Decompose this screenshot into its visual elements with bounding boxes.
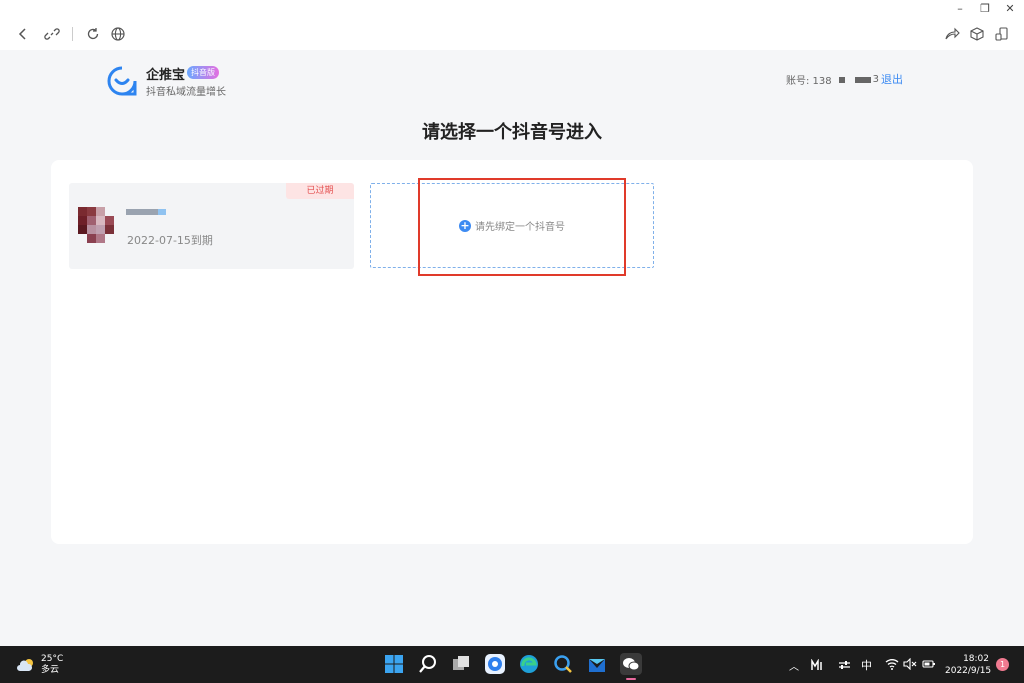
masked-digits (838, 76, 845, 83)
brand-name: 企推宝 (146, 68, 186, 83)
page-title: 请选择一个抖音号进入 (422, 122, 602, 143)
devices-icon[interactable] (993, 25, 1011, 43)
app-launcher-icon[interactable] (586, 653, 608, 675)
expired-status-badge: 已过期 (286, 183, 354, 199)
masked-digits (854, 76, 871, 83)
windows-start-icon[interactable] (383, 653, 405, 675)
input-method-indicator[interactable]: 中 (861, 657, 872, 673)
minimize-button[interactable]: – (953, 2, 967, 16)
search-icon[interactable] (417, 653, 439, 675)
annotation-highlight-box (418, 178, 626, 276)
cloud-sun-icon (17, 659, 33, 671)
weather-widget[interactable]: 25°C 多云 (16, 654, 63, 676)
system-clock[interactable]: 18:02 2022/9/15 (945, 653, 992, 677)
wechat-icon[interactable] (620, 653, 642, 675)
wifi-icon[interactable] (885, 658, 899, 670)
volume-muted-icon[interactable] (903, 658, 917, 670)
toolbar-divider (72, 27, 73, 41)
masked-account-name (126, 209, 166, 215)
logout-link[interactable]: 退出 (881, 71, 903, 87)
window-title-bar: – ❐ ✕ (0, 0, 1024, 18)
clock-date: 2022/9/15 (945, 666, 992, 676)
clock-time: 18:02 (963, 654, 989, 664)
link-icon[interactable] (43, 25, 61, 43)
settings-sliders-icon[interactable] (838, 659, 851, 671)
brand-logo-icon (107, 66, 137, 96)
back-icon[interactable] (14, 25, 32, 43)
browser-app-icon[interactable] (484, 653, 506, 675)
taskbar: 25°C 多云 ︿ 中 18:02 2022/9/15 1 (0, 646, 1024, 683)
active-app-indicator (626, 678, 636, 680)
brand-subtitle: 抖音私域流量增长 (146, 87, 226, 98)
chevron-up-icon[interactable]: ︿ (789, 658, 799, 673)
notification-badge[interactable]: 1 (996, 658, 1009, 671)
globe-icon[interactable] (109, 25, 127, 43)
expiry-date: 2022-07-15到期 (127, 234, 213, 247)
share-icon[interactable] (943, 25, 961, 43)
browser-toolbar (0, 18, 1024, 50)
account-info: 账号: 138 3 (786, 72, 879, 87)
brand-edition-badge: 抖音版 (187, 66, 219, 79)
weather-temperature: 25°C (41, 654, 64, 664)
cube-icon[interactable] (968, 25, 986, 43)
account-number-suffix: 3 (872, 74, 880, 85)
search-app-icon[interactable] (552, 653, 574, 675)
account-number-prefix: 账号: 138 (786, 76, 832, 87)
edge-browser-icon[interactable] (518, 653, 540, 675)
restore-button[interactable]: ❐ (978, 2, 992, 16)
page-content: 企推宝 抖音版 抖音私域流量增长 账号: 138 3 退出 请选择一个抖音号进入… (0, 50, 1024, 646)
task-view-icon[interactable] (450, 653, 472, 675)
battery-icon[interactable] (922, 658, 936, 670)
refresh-icon[interactable] (84, 25, 102, 43)
close-button[interactable]: ✕ (1003, 2, 1017, 16)
system-monitor-icon[interactable] (811, 659, 824, 671)
weather-description: 多云 (41, 665, 60, 675)
avatar (78, 207, 114, 243)
account-card[interactable]: 2022-07-15到期 已过期 (69, 183, 354, 269)
